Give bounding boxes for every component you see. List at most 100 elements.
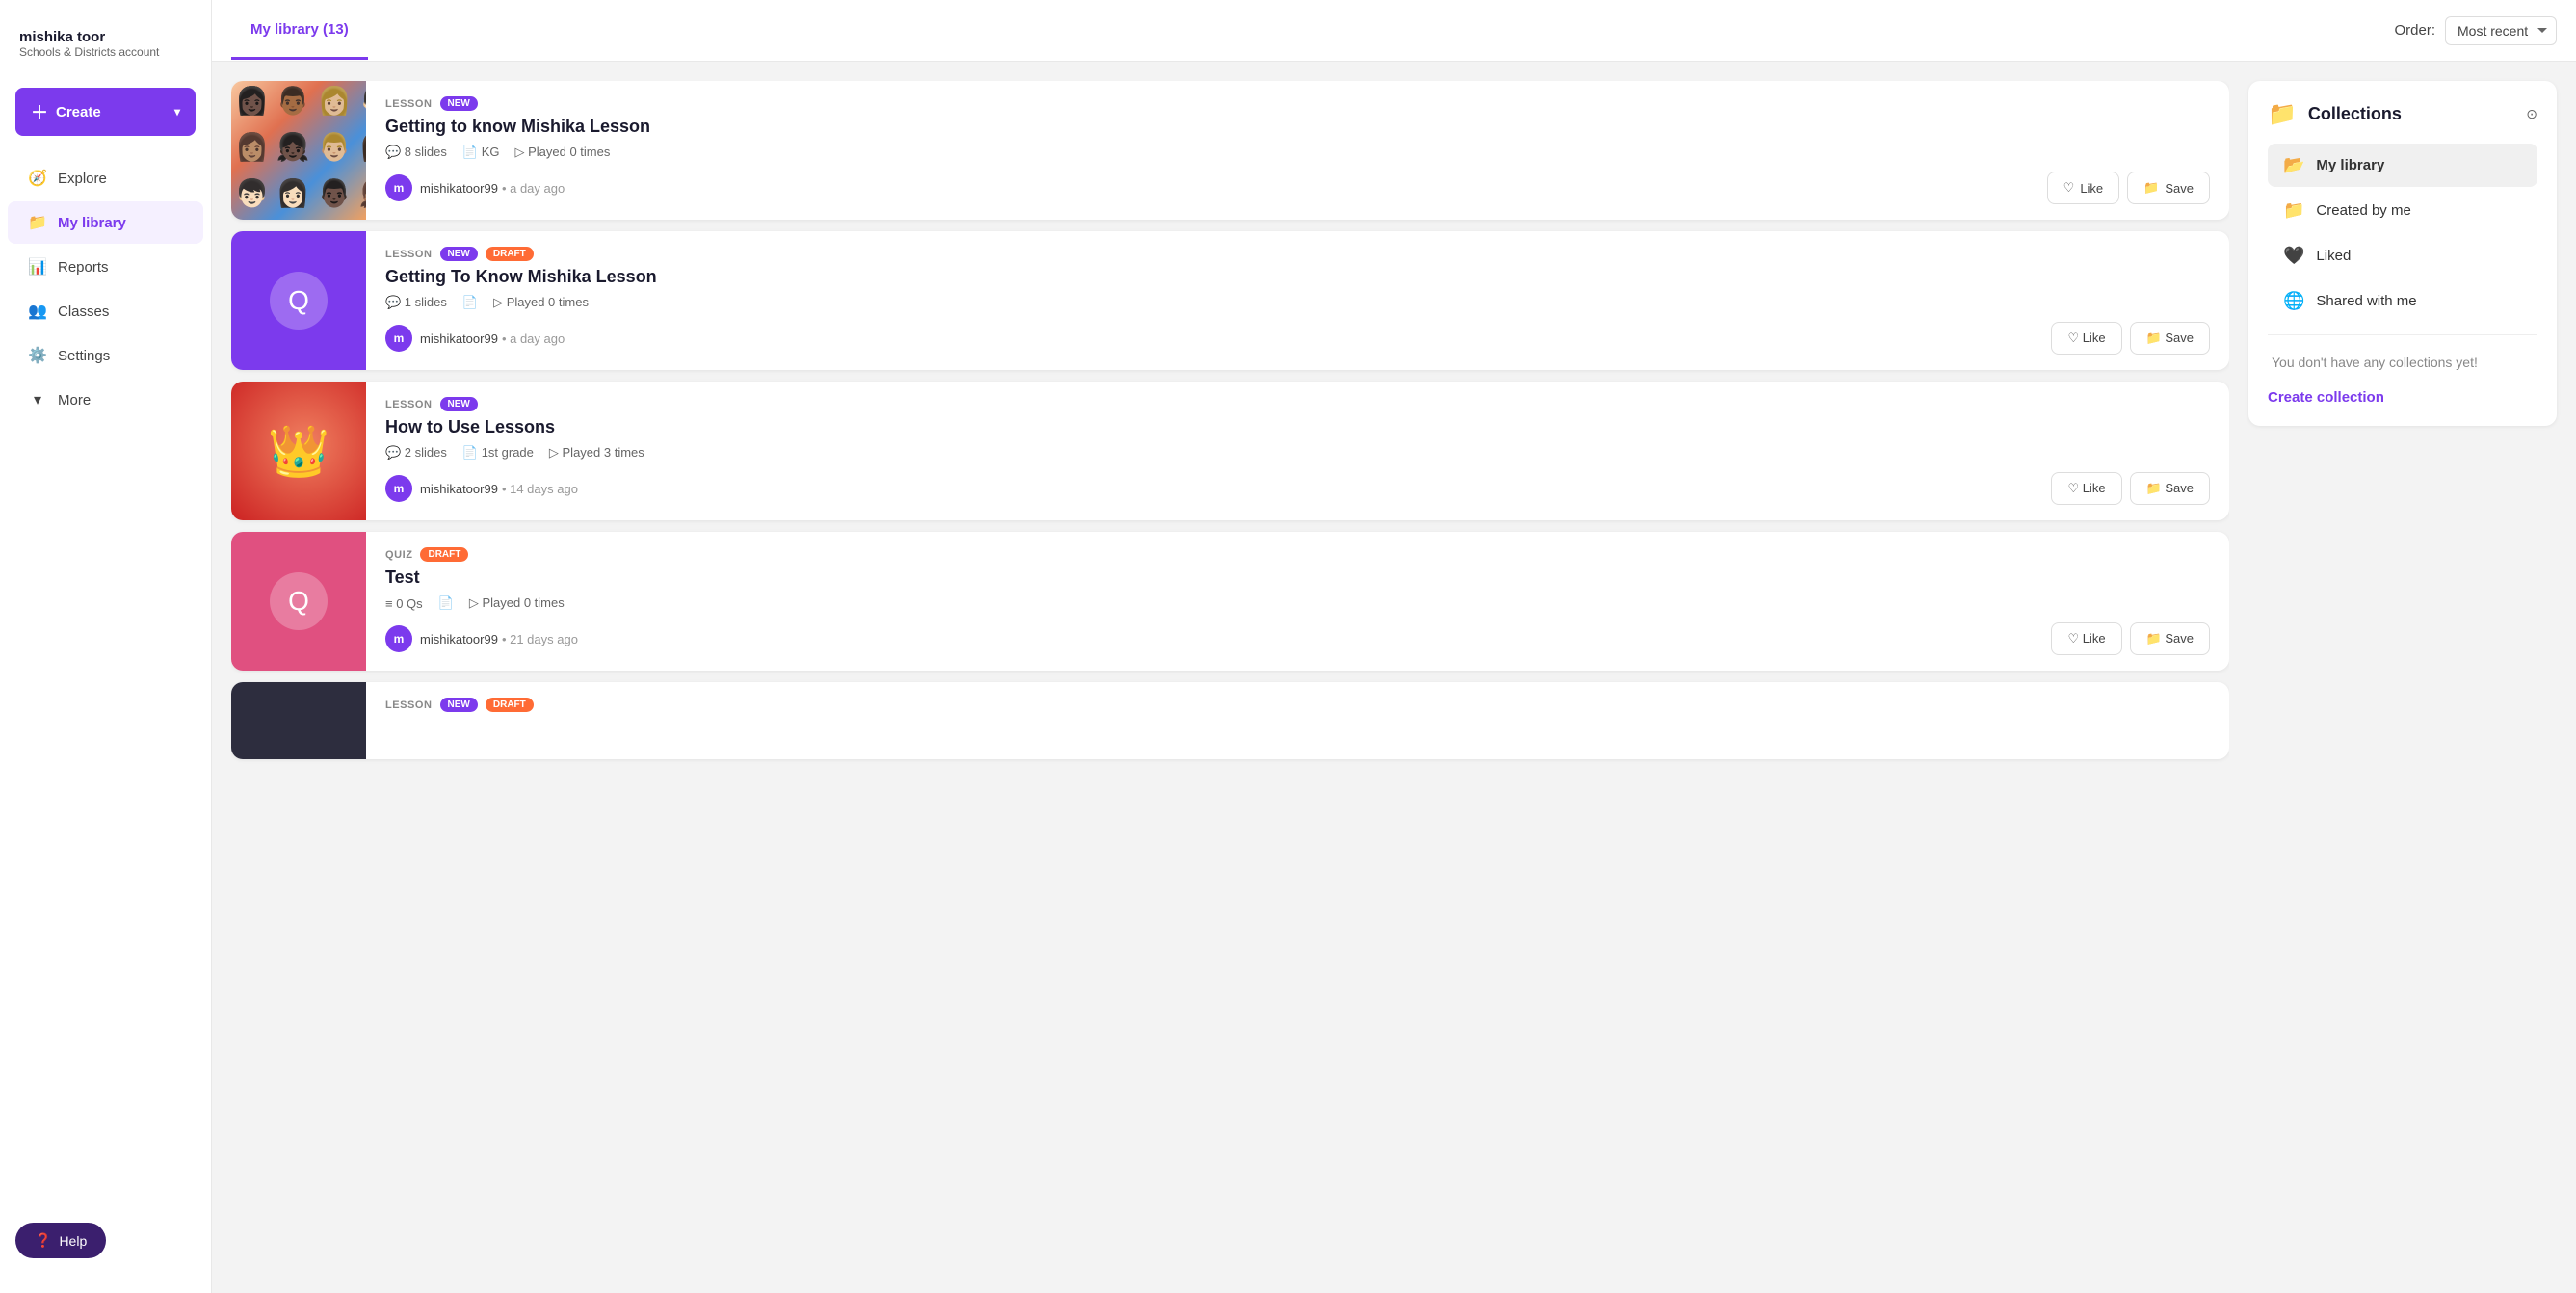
library-list: 👩🏿 👨🏾 👩🏼 👨🏻 👩🏽 👧🏿 👨🏼 👩🏾 👦🏻 👩🏻 👨🏿 👧🏽 (231, 81, 2229, 1274)
folder-icon: 📁 (2268, 100, 2297, 128)
author-name: mishikatoor99 (420, 331, 498, 346)
collection-nav-liked[interactable]: 🖤 Liked (2268, 234, 2537, 277)
slides-count: 💬 2 slides (385, 445, 447, 461)
lesson-type: LESSON (385, 249, 433, 260)
played-count: ▷ Played 0 times (493, 295, 589, 310)
save-button[interactable]: 📁 Save (2130, 622, 2210, 655)
reports-icon: 📊 (27, 257, 48, 277)
open-folder-icon: 📂 (2283, 155, 2304, 175)
sidebar-item-reports[interactable]: 📊 Reports (8, 246, 203, 288)
sidebar-item-label: More (58, 392, 91, 409)
collection-nav-my-library[interactable]: 📂 My library (2268, 144, 2537, 187)
lesson-body: LESSON NEW Getting to know Mishika Lesso… (366, 81, 2229, 220)
qs-count: ≡ 0 Qs (385, 596, 423, 611)
sidebar-item-label: My library (58, 215, 126, 231)
heart-icon: 🖤 (2283, 246, 2304, 266)
save-button[interactable]: 📁 Save (2127, 172, 2210, 204)
sidebar: mishika toor Schools & Districts account… (0, 0, 212, 1293)
badge-new: NEW (440, 96, 478, 111)
sidebar-item-my-library[interactable]: 📁 My library (8, 201, 203, 244)
table-row: 👩🏿 👨🏾 👩🏼 👨🏻 👩🏽 👧🏿 👨🏼 👩🏾 👦🏻 👩🏻 👨🏿 👧🏽 (231, 81, 2229, 220)
question-icon: ❓ (35, 1232, 51, 1249)
played-count: ▷ Played 3 times (549, 445, 644, 461)
lesson-thumbnail: Q (231, 532, 366, 671)
create-collection-link[interactable]: Create collection (2268, 389, 2384, 406)
lesson-type-row: LESSON NEW DRAFT (385, 247, 2210, 261)
slides-count: 💬 8 slides (385, 145, 447, 160)
sidebar-item-label: Explore (58, 171, 107, 187)
lesson-thumbnail: 👩🏿 👨🏾 👩🏼 👨🏻 👩🏽 👧🏿 👨🏼 👩🏾 👦🏻 👩🏻 👨🏿 👧🏽 (231, 81, 366, 220)
chevron-down-icon[interactable]: ⊙ (2526, 106, 2537, 122)
lesson-type-row: LESSON NEW (385, 96, 2210, 111)
like-button[interactable]: ♡ Like (2051, 322, 2121, 355)
lesson-meta: 💬 2 slides 📄 1st grade ▷ Played 3 times (385, 445, 2210, 461)
collection-nav-shared-with-me[interactable]: 🌐 Shared with me (2268, 279, 2537, 323)
lesson-type-row: LESSON NEW DRAFT (385, 698, 2210, 712)
collections-title: Collections (2308, 104, 2514, 124)
time-ago: • a day ago (502, 331, 565, 346)
footer-actions: ♡ Like 📁 Save (2051, 322, 2210, 355)
main-content: My library (13) Order: Most recent Oldes… (212, 0, 2576, 1293)
header-tabs: My library (13) Order: Most recent Oldes… (212, 0, 2576, 62)
lesson-thumbnail: Q (231, 231, 366, 370)
create-button[interactable]: ＋ Create ▾ (15, 88, 196, 136)
content-area: 👩🏿 👨🏾 👩🏼 👨🏻 👩🏽 👧🏿 👨🏼 👩🏾 👦🏻 👩🏻 👨🏿 👧🏽 (212, 62, 2576, 1293)
like-button[interactable]: ♡ Like (2051, 622, 2121, 655)
author-name: mishikatoor99 (420, 632, 498, 646)
like-button[interactable]: ♡ Like (2051, 472, 2121, 505)
lesson-body: QUIZ DRAFT Test ≡ 0 Qs 📄 ▷ Played 0 time… (366, 532, 2229, 671)
folder-icon: 📁 (2283, 200, 2304, 221)
globe-icon: 🌐 (2283, 291, 2304, 311)
collection-nav-created-by-me[interactable]: 📁 Created by me (2268, 189, 2537, 232)
collection-nav-label: Shared with me (2316, 293, 2416, 309)
help-button[interactable]: ❓ Help (15, 1223, 106, 1258)
sidebar-item-settings[interactable]: ⚙️ Settings (8, 334, 203, 377)
sidebar-item-classes[interactable]: 👥 Classes (8, 290, 203, 332)
badge-draft: DRAFT (420, 547, 468, 562)
played-count: ▷ Played 0 times (514, 145, 610, 160)
grade-level: 📄 1st grade (462, 445, 534, 461)
lesson-meta: 💬 8 slides 📄 KG ▷ Played 0 times (385, 145, 2210, 160)
settings-icon: ⚙️ (27, 346, 48, 365)
badge-new: NEW (440, 698, 478, 712)
save-button[interactable]: 📁 Save (2130, 472, 2210, 505)
chevron-down-icon: ▾ (27, 390, 48, 409)
sidebar-item-label: Settings (58, 348, 110, 364)
lesson-footer: m mishikatoor99 • a day ago ♡ Like 📁 Sav… (385, 172, 2210, 204)
create-label: Create (56, 104, 101, 120)
collections-panel: 📁 Collections ⊙ 📂 My library 📁 Created b… (2248, 81, 2557, 426)
table-row: Q LESSON NEW DRAFT Getting To Know Mishi… (231, 231, 2229, 370)
time-ago: • 21 days ago (502, 632, 578, 646)
tab-my-library[interactable]: My library (13) (231, 2, 368, 60)
quiz-type: QUIZ (385, 549, 412, 561)
plus-icon: ＋ (31, 99, 48, 124)
collection-nav-label: Liked (2316, 248, 2351, 264)
library-icon: 📁 (27, 213, 48, 232)
lesson-title: How to Use Lessons (385, 417, 2210, 437)
user-name: mishika toor (19, 29, 192, 45)
sidebar-item-label: Classes (58, 303, 109, 320)
lesson-type: LESSON (385, 699, 433, 711)
save-button[interactable]: 📁 Save (2130, 322, 2210, 355)
lesson-thumbnail (231, 682, 366, 759)
like-button[interactable]: ♡ Like (2047, 172, 2120, 204)
footer-actions: ♡ Like 📁 Save (2047, 172, 2210, 204)
footer-actions: ♡ Like 📁 Save (2051, 472, 2210, 505)
lesson-meta: 💬 1 slides 📄 ▷ Played 0 times (385, 295, 2210, 310)
grade-level: 📄 KG (462, 145, 500, 160)
sidebar-item-explore[interactable]: 🧭 Explore (8, 157, 203, 199)
sidebar-item-more[interactable]: ▾ More (8, 379, 203, 421)
badge-new: NEW (440, 247, 478, 261)
lesson-meta: ≡ 0 Qs 📄 ▷ Played 0 times (385, 595, 2210, 611)
avatar: m (385, 174, 412, 201)
lesson-type: LESSON (385, 98, 433, 110)
sidebar-item-label: Reports (58, 259, 109, 276)
user-subtitle: Schools & Districts account (19, 45, 192, 59)
author-name: mishikatoor99 (420, 181, 498, 196)
user-info: mishika toor Schools & Districts account (0, 19, 211, 78)
quizz-logo-icon: Q (270, 572, 328, 630)
badge-draft: DRAFT (486, 247, 534, 261)
lesson-title: Getting to know Mishika Lesson (385, 117, 2210, 137)
lesson-title: Getting To Know Mishika Lesson (385, 267, 2210, 287)
order-select[interactable]: Most recent Oldest A-Z Z-A (2445, 16, 2557, 45)
